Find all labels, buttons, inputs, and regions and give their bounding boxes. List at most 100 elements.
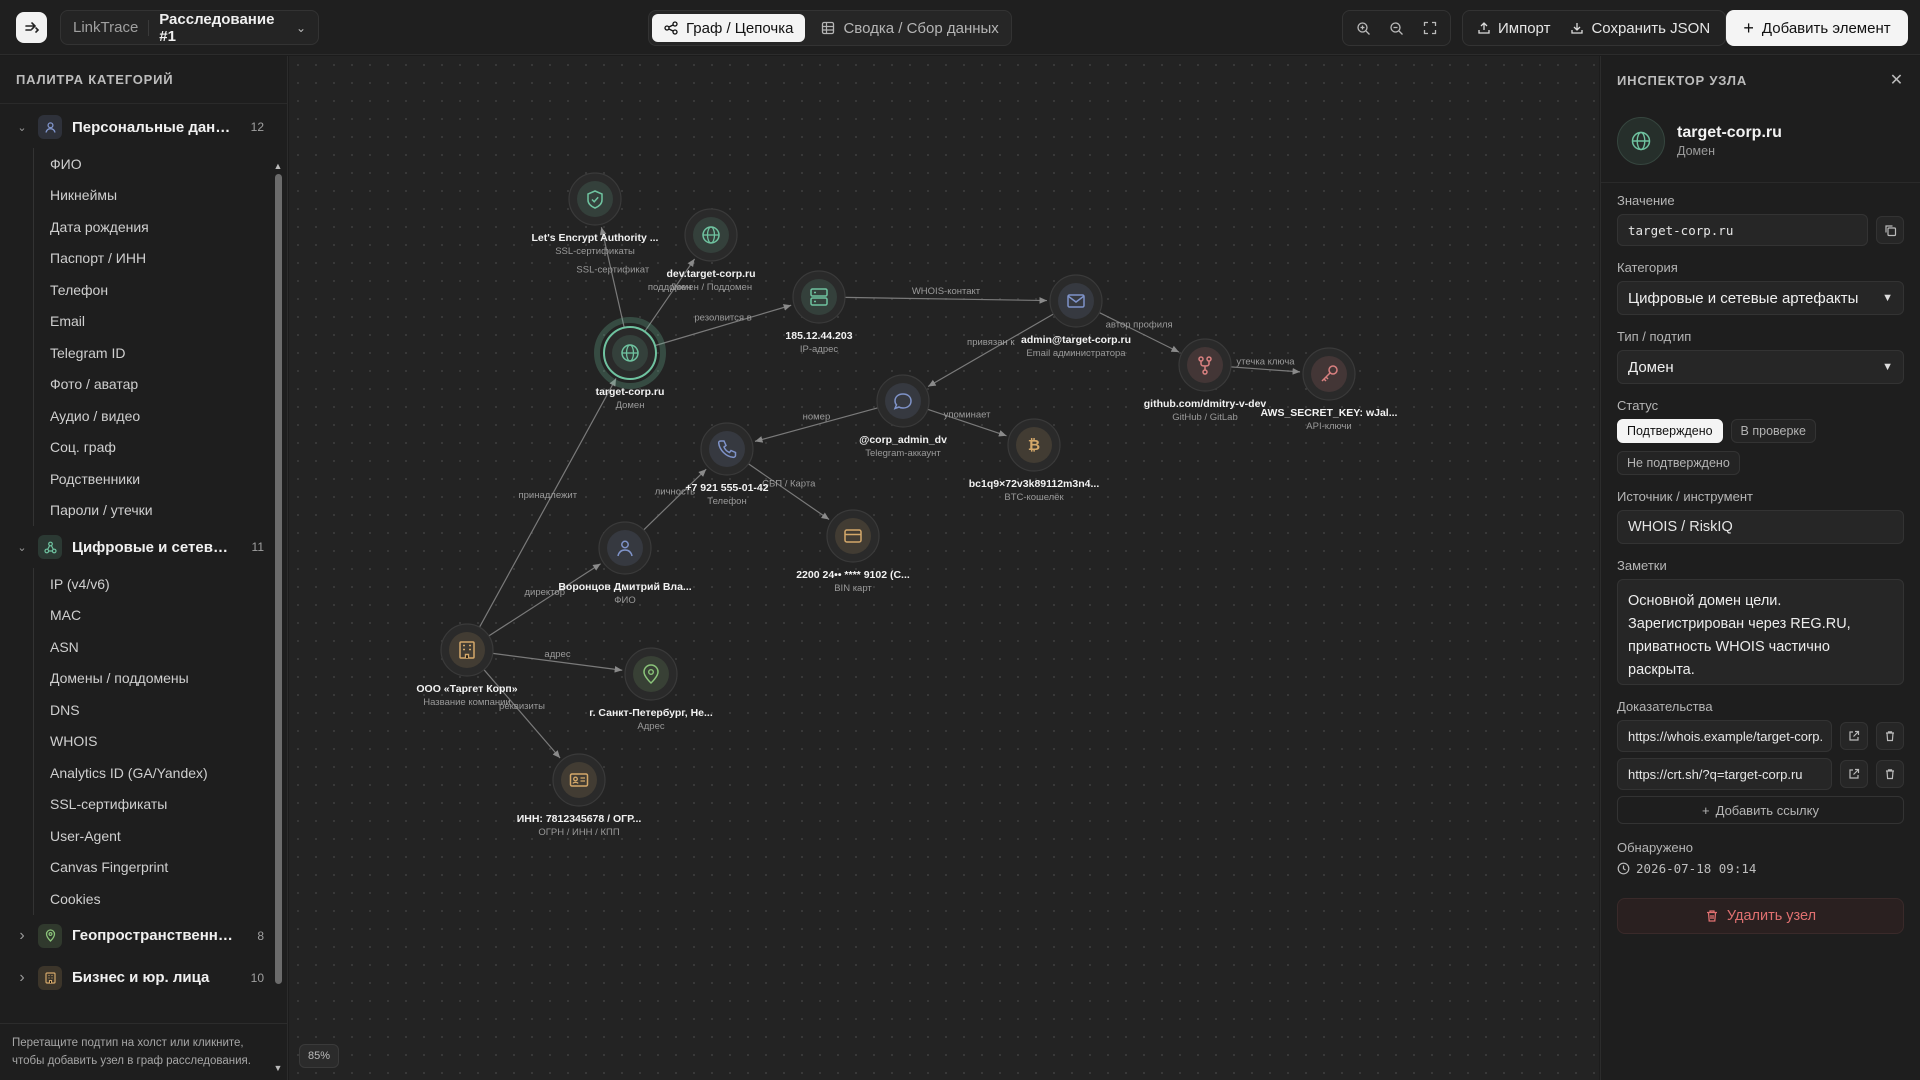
import-button[interactable]: Импорт	[1469, 14, 1558, 42]
graph-node-ssl[interactable]: Let's Encrypt Authority ... SSL-сертифика…	[532, 172, 659, 257]
investigation-graph[interactable]: SSL-сертификатподдоменрезолвится вWHOIS-…	[289, 56, 1599, 1080]
value-label: Значение	[1617, 193, 1675, 208]
node-subtitle: GitHub / GitLab	[1172, 412, 1237, 423]
source-field[interactable]: WHOIS / RiskIQ	[1617, 510, 1904, 544]
copy-icon[interactable]	[1876, 216, 1904, 244]
found-timestamp: 2026-07-18 09:14	[1636, 861, 1757, 876]
evidence-link-field[interactable]: https://whois.example/target-corp.	[1617, 720, 1832, 752]
inspector-node-subtitle: Домен	[1677, 144, 1716, 158]
tab-summary[interactable]: Сводка / Сбор данных	[809, 14, 1010, 42]
subtype-item[interactable]: Пароли / утечки	[34, 495, 272, 527]
external-link-icon[interactable]	[1840, 760, 1868, 788]
subtype-item[interactable]: MAC	[34, 600, 272, 632]
edge-github-aws[interactable]	[1230, 366, 1301, 375]
close-icon[interactable]: ✕	[1890, 70, 1904, 90]
scroll-up-icon[interactable]: ▲	[272, 160, 284, 172]
subtype-item[interactable]: Паспорт / ИНН	[34, 243, 272, 275]
edge-ip-email[interactable]	[844, 296, 1048, 304]
trash-icon[interactable]	[1876, 722, 1904, 750]
chevron-right-icon[interactable]: ›	[16, 969, 28, 987]
category-select-value: Цифровые и сетевые артефакты	[1628, 289, 1859, 307]
tab-graph[interactable]: Граф / Цепочка	[652, 14, 806, 42]
category-count: 10	[250, 970, 264, 985]
subtype-item[interactable]: Analytics ID (GA/Yandex)	[34, 757, 272, 789]
category-label: Персональные данные	[72, 118, 234, 136]
edge-label: резолвится в	[694, 312, 751, 323]
subtype-item[interactable]: Родственники	[34, 463, 272, 495]
category-4[interactable]: › Бизнес и юр. лица 10	[0, 957, 272, 999]
edge-target-ip[interactable]	[654, 304, 792, 347]
subtype-item[interactable]: ФИО	[34, 148, 272, 180]
graph-node-card[interactable]: 2200 24•• **** 9102 (С... BIN карт	[796, 509, 910, 594]
evidence-row: https://crt.sh/?q=target-corp.ru	[1617, 758, 1904, 790]
category-3[interactable]: › Геопространственны... 8	[0, 915, 272, 957]
category-select[interactable]: Цифровые и сетевые артефакты ▼	[1617, 281, 1904, 315]
save-json-button[interactable]: Сохранить JSON	[1562, 14, 1718, 42]
graph-node-company[interactable]: ООО «Таргет Корп» Название компании	[416, 623, 518, 708]
status-label: Статус	[1617, 398, 1659, 413]
category-2[interactable]: ⌄ Цифровые и сетевые... 11	[0, 526, 272, 568]
subtype-item[interactable]: Фото / аватар	[34, 369, 272, 401]
graph-node-person[interactable]: Воронцов Дмитрий Вла... ФИО	[558, 521, 692, 606]
subtype-item[interactable]: SSL-сертификаты	[34, 789, 272, 821]
subtype-item[interactable]: Соц. граф	[34, 432, 272, 464]
subtype-item[interactable]: Домены / поддомены	[34, 663, 272, 695]
subtype-item[interactable]: Email	[34, 306, 272, 338]
subtype-item[interactable]: Cookies	[34, 883, 272, 915]
scrollbar-thumb[interactable]	[275, 174, 282, 984]
subtype-item[interactable]: Никнеймы	[34, 180, 272, 212]
fit-screen-icon[interactable]	[1416, 14, 1444, 42]
external-link-icon[interactable]	[1840, 722, 1868, 750]
status-confirmed[interactable]: Подтверждено	[1617, 419, 1723, 443]
import-label: Импорт	[1498, 19, 1551, 37]
app-logo-icon[interactable]	[16, 12, 47, 43]
graph-node-addr[interactable]: г. Санкт-Петербург, Не... Адрес	[589, 647, 713, 732]
subtype-item[interactable]: Telegram ID	[34, 337, 272, 369]
zoom-out-icon[interactable]	[1383, 14, 1411, 42]
node-subtitle: ОГРН / ИНН / КПП	[538, 827, 619, 838]
status-in-review[interactable]: В проверке	[1730, 419, 1816, 443]
node-subtitle: BIN карт	[834, 583, 872, 594]
divider	[1601, 182, 1920, 183]
subtype-item[interactable]: Телефон	[34, 274, 272, 306]
graph-node-tg[interactable]: @corp_admin_dv Telegram-аккаунт	[859, 374, 947, 459]
value-field[interactable]: target-corp.ru	[1617, 214, 1868, 246]
breadcrumb-divider	[148, 19, 150, 36]
graph-node-github[interactable]: github.com/dmitry-v-dev GitHub / GitLab	[1144, 338, 1267, 423]
delete-node-button[interactable]: Удалить узел	[1617, 898, 1904, 934]
chevron-down-icon[interactable]: ⌄	[16, 541, 28, 554]
chevron-right-icon[interactable]: ›	[16, 927, 28, 945]
zoom-in-icon[interactable]	[1350, 14, 1378, 42]
add-element-button[interactable]: + Добавить элемент	[1726, 10, 1908, 46]
graph-node-btc[interactable]: ₿ bc1q9×72v3k89112m3n4... BTC-кошелёк	[969, 418, 1100, 503]
add-link-button[interactable]: + Добавить ссылку	[1617, 796, 1904, 824]
chevron-down-icon[interactable]: ⌄	[296, 21, 306, 35]
subtype-item[interactable]: DNS	[34, 694, 272, 726]
type-select[interactable]: Домен ▼	[1617, 350, 1904, 384]
category-label: Цифровые и сетевые...	[72, 538, 234, 556]
graph-node-inn[interactable]: ИНН: 7812345678 / ОГР... ОГРН / ИНН / КПП	[517, 753, 642, 838]
edge-person-phone[interactable]	[643, 468, 707, 531]
graph-node-target[interactable]: target-corp.ru Домен	[594, 317, 666, 411]
graph-node-phone[interactable]: +7 921 555-01-42 Телефон	[685, 422, 769, 507]
edge-company-person[interactable]	[488, 563, 601, 637]
subtype-item[interactable]: Canvas Fingerprint	[34, 852, 272, 884]
chevron-down-icon: ▼	[1882, 292, 1893, 304]
graph-canvas[interactable]: SSL-сертификат поддомен резолвится в WHOIS-…	[289, 56, 1599, 1080]
trash-icon[interactable]	[1876, 760, 1904, 788]
status-unconfirmed[interactable]: Не подтверждено	[1617, 451, 1740, 475]
evidence-link-field[interactable]: https://crt.sh/?q=target-corp.ru	[1617, 758, 1832, 790]
subtype-item[interactable]: IP (v4/v6)	[34, 568, 272, 600]
subtype-item[interactable]: Аудио / видео	[34, 400, 272, 432]
subtype-item[interactable]: WHOIS	[34, 726, 272, 758]
notes-textarea[interactable]: Основной домен цели. Зарегистрирован чер…	[1617, 579, 1904, 685]
sidebar-scrollbar[interactable]: ▲ ▼	[272, 160, 284, 1074]
graph-node-ip[interactable]: 185.12.44.203 IP-адрес	[785, 270, 853, 355]
subtype-item[interactable]: Дата рождения	[34, 211, 272, 243]
subtype-item[interactable]: ASN	[34, 631, 272, 663]
subtype-item[interactable]: User-Agent	[34, 820, 272, 852]
chevron-down-icon[interactable]: ⌄	[16, 121, 28, 134]
graph-node-email[interactable]: admin@target-corp.ru Email администратора	[1021, 274, 1131, 359]
breadcrumb[interactable]: LinkTrace Расследование #1 ⌄	[60, 10, 319, 45]
category-1[interactable]: ⌄ Персональные данные 12	[0, 106, 272, 148]
